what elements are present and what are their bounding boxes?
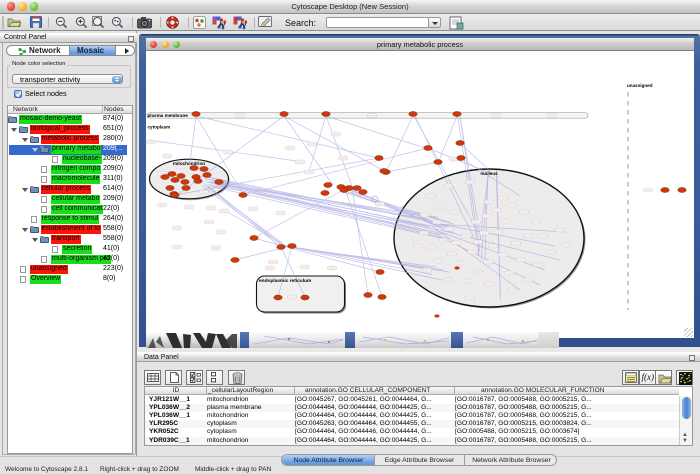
svg-text:plasma membrane: plasma membrane [148, 113, 189, 118]
svg-text:mitochondrion: mitochondrion [173, 161, 205, 166]
svg-text:cytoplasm: cytoplasm [148, 125, 171, 130]
svg-text:nucleus: nucleus [480, 171, 498, 176]
svg-text:endoplasmic reticulum: endoplasmic reticulum [259, 278, 311, 284]
svg-text:unassigned: unassigned [627, 83, 653, 88]
